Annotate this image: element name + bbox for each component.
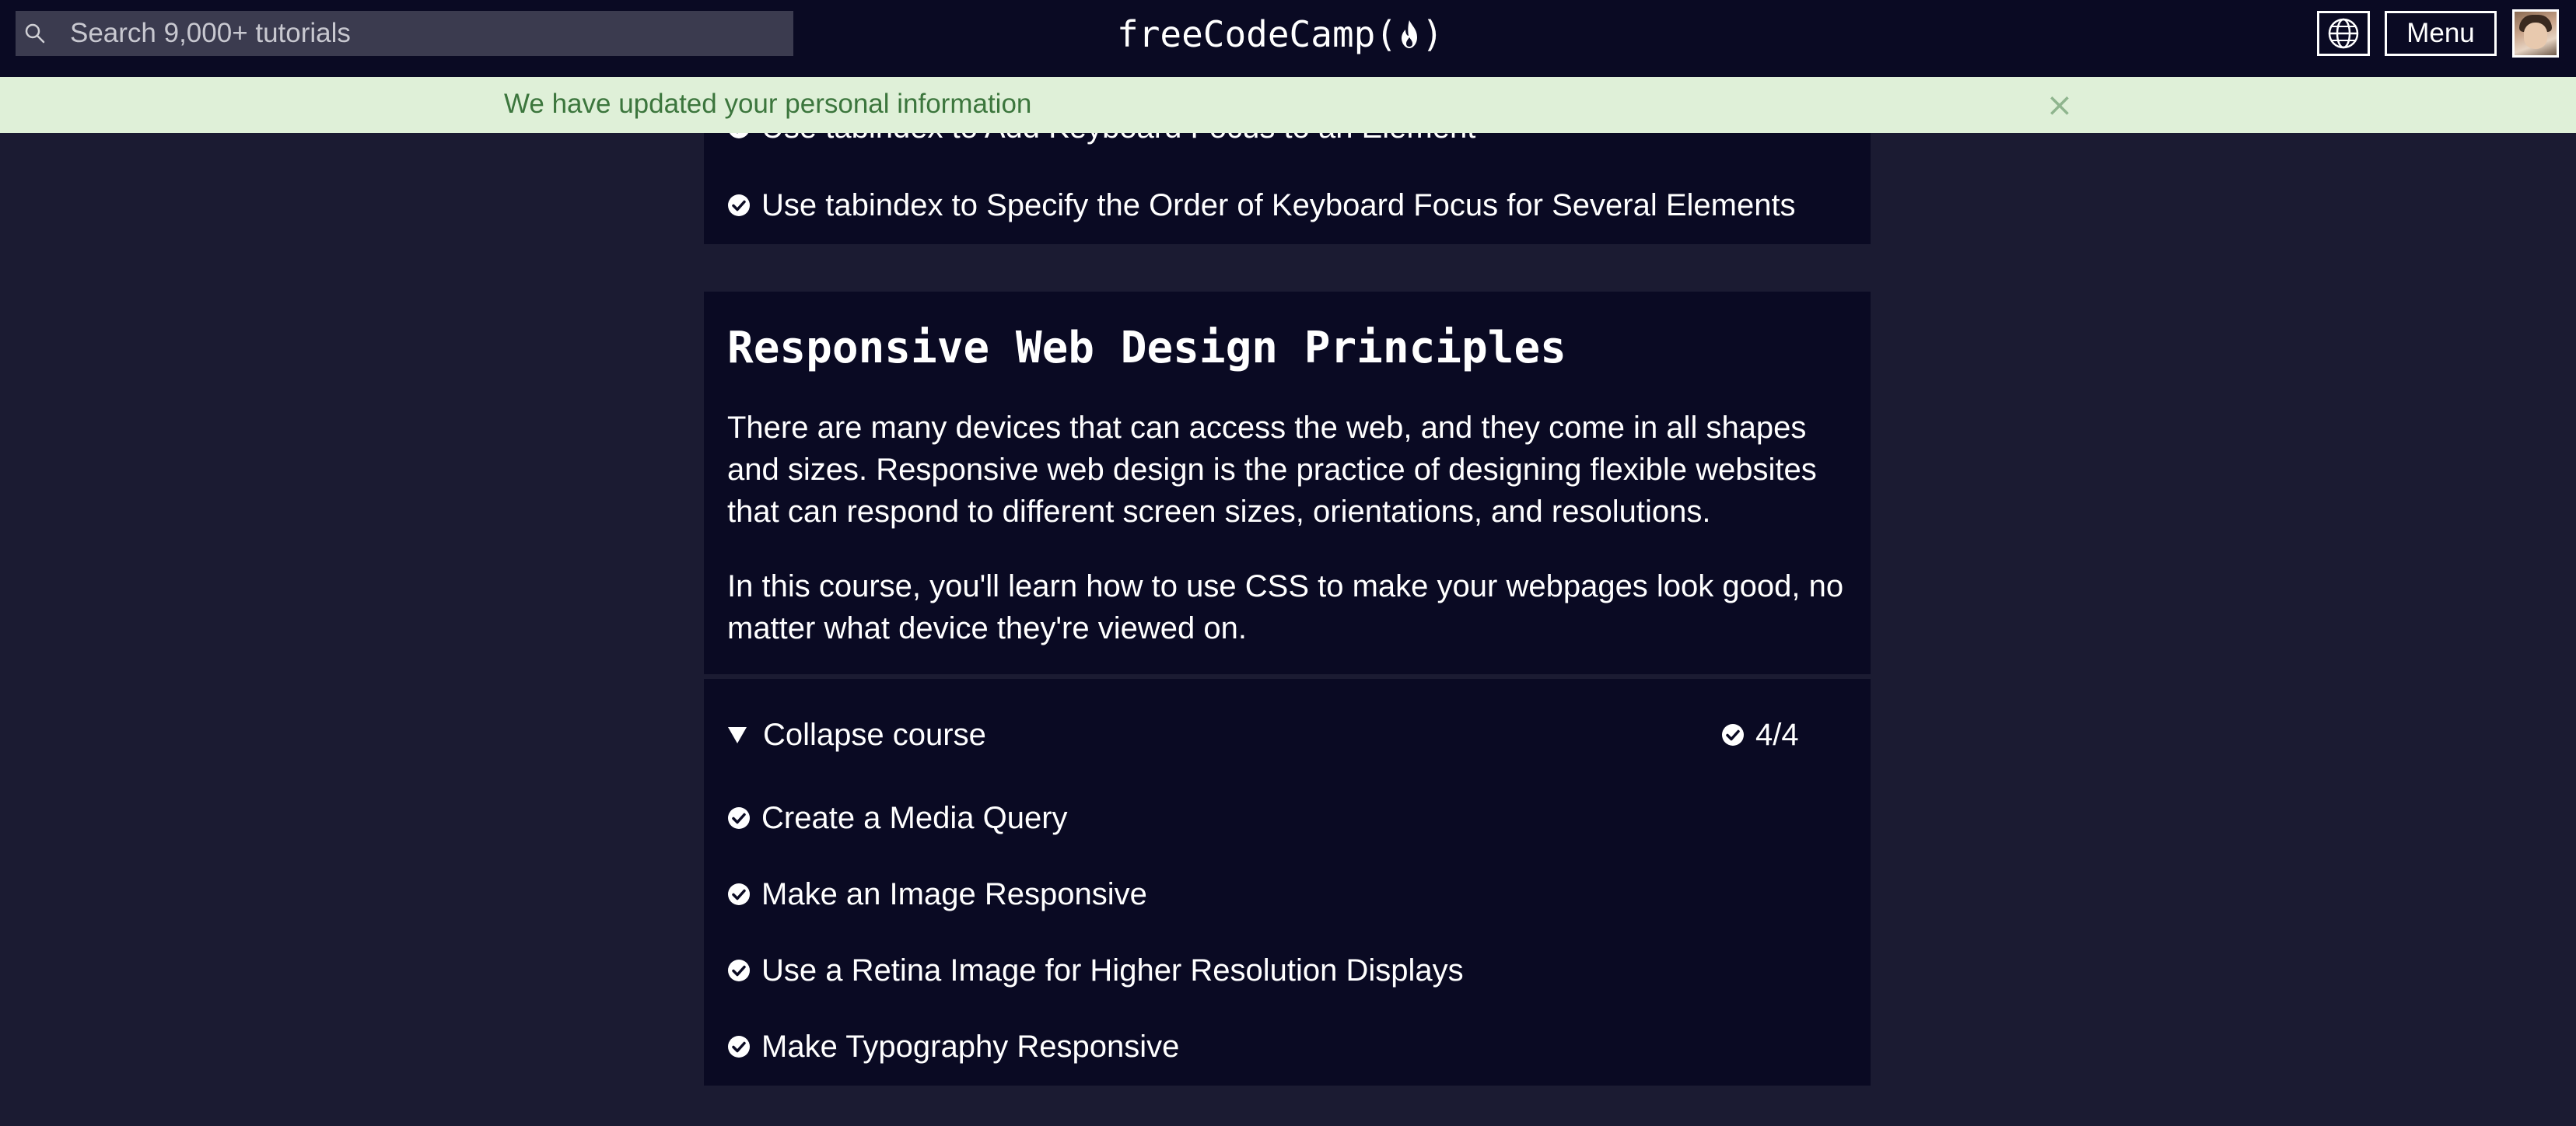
flame-icon: [1402, 20, 1418, 48]
freecodecamp-logo[interactable]: freeCodeCamp( ): [1117, 11, 1444, 58]
course-progress: 4/4: [1721, 712, 1799, 758]
search-box[interactable]: [16, 11, 793, 56]
check-circle-icon: [728, 1036, 750, 1058]
course-progress-count: 4/4: [1755, 717, 1799, 752]
check-circle-icon: [728, 883, 750, 905]
collapse-course-label: Collapse course: [763, 717, 986, 752]
challenge-item[interactable]: Use tabindex to Specify the Order of Key…: [727, 186, 1796, 225]
challenge-label: Use tabindex to Specify the Order of Key…: [761, 187, 1796, 222]
block-description: There are many devices that can access t…: [727, 411, 1817, 529]
check-circle-icon: [728, 194, 750, 216]
challenge-label: Make Typography Responsive: [761, 1029, 1180, 1064]
challenge-item[interactable]: Make Typography Responsive: [727, 1027, 1179, 1066]
block-description: In this course, you'll learn how to use …: [727, 569, 1844, 645]
search-input[interactable]: [70, 11, 786, 56]
logo-text-right: ): [1422, 13, 1444, 55]
globe-icon: [2328, 18, 2359, 49]
collapse-course-toggle[interactable]: Collapse course: [727, 712, 986, 758]
avatar-face: [2524, 23, 2547, 49]
flash-message-text: We have updated your personal informatio…: [504, 89, 1032, 119]
user-avatar[interactable]: [2512, 9, 2559, 58]
check-circle-icon: [728, 807, 750, 829]
logo-text-left: freeCodeCamp(: [1117, 13, 1398, 55]
close-icon[interactable]: ×: [2042, 88, 2077, 122]
caret-down-icon: [728, 727, 747, 743]
top-navbar: freeCodeCamp( ) Menu: [0, 0, 2576, 77]
challenge-item[interactable]: Create a Media Query: [727, 799, 1068, 838]
challenge-label: Create a Media Query: [761, 800, 1068, 835]
flash-message: We have updated your personal informatio…: [0, 77, 2576, 133]
challenge-label: Use a Retina Image for Higher Resolution…: [761, 953, 1464, 988]
language-button[interactable]: [2317, 11, 2370, 56]
check-circle-icon: [1722, 724, 1744, 746]
search-icon: [25, 23, 45, 44]
block-title: Responsive Web Design Principles: [727, 323, 1566, 373]
challenge-item[interactable]: Use a Retina Image for Higher Resolution…: [727, 951, 1464, 990]
challenge-item[interactable]: Make an Image Responsive: [727, 875, 1147, 914]
challenge-label: Make an Image Responsive: [761, 876, 1147, 911]
check-circle-icon: [728, 960, 750, 981]
course-block: Responsive Web Design Principles There a…: [704, 292, 1871, 1086]
divider: [704, 674, 1871, 679]
menu-button[interactable]: Menu: [2385, 11, 2497, 56]
